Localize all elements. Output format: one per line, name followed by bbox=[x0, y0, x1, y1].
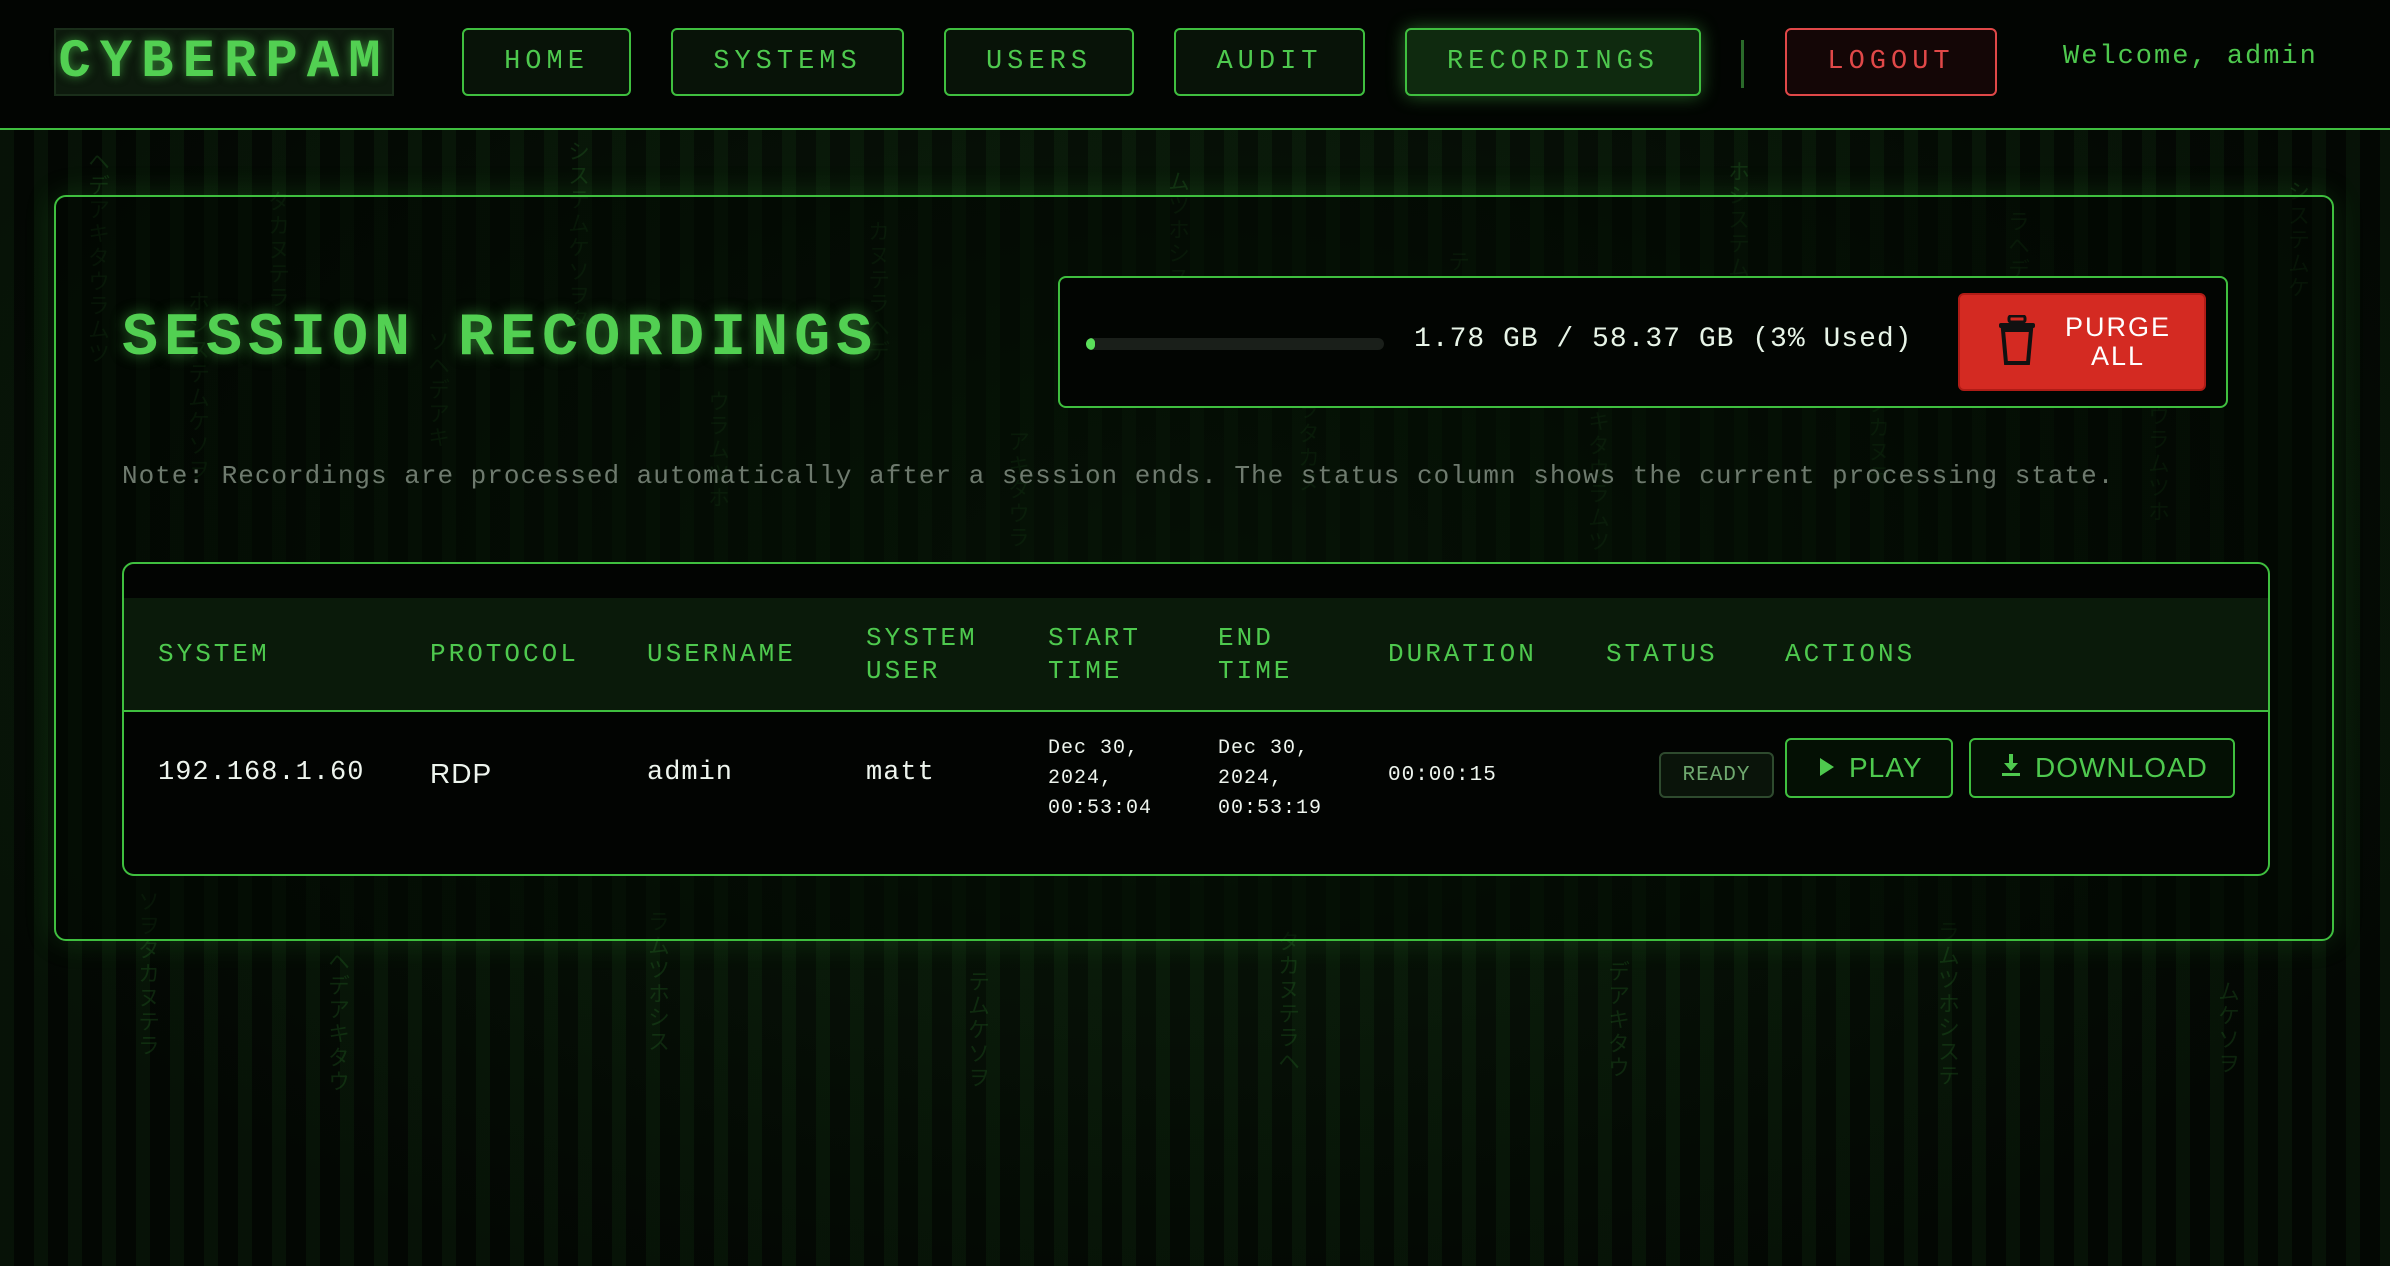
header-username: USERNAME bbox=[647, 639, 796, 669]
header-system-user: SYSTEM USER bbox=[866, 622, 978, 688]
welcome-message: Welcome, admin bbox=[2063, 42, 2318, 72]
header-system-user-line2: USER bbox=[866, 656, 941, 686]
nav-systems[interactable]: SYSTEMS bbox=[671, 28, 904, 96]
storage-progress-bar bbox=[1086, 338, 1384, 350]
storage-usage-text: 1.78 GB / 58.37 GB (3% Used) bbox=[1414, 324, 1913, 355]
top-navigation-bar: CYBERPAM HOME SYSTEMS USERS AUDIT RECORD… bbox=[0, 0, 2390, 130]
download-label: DOWNLOAD bbox=[2035, 752, 2208, 783]
header-protocol: PROTOCOL bbox=[430, 639, 579, 669]
header-start-time: START TIME bbox=[1048, 622, 1141, 688]
recordings-table: SYSTEM PROTOCOL USERNAME SYSTEM USER STA… bbox=[122, 562, 2270, 876]
nav-home[interactable]: HOME bbox=[462, 28, 631, 96]
header-start-time-line2: TIME bbox=[1048, 656, 1123, 686]
header-end-time-line2: TIME bbox=[1218, 656, 1293, 686]
cell-protocol: RDP bbox=[430, 758, 493, 789]
trash-icon bbox=[1998, 314, 2036, 370]
page-title: SESSION RECORDINGS bbox=[122, 305, 879, 373]
play-button[interactable]: PLAY bbox=[1785, 738, 1953, 798]
processing-note: Note: Recordings are processed automatic… bbox=[122, 461, 2115, 491]
cell-end-time-line2: 2024, bbox=[1218, 767, 1284, 790]
cell-system-user: matt bbox=[866, 758, 935, 788]
cell-duration: 00:00:15 bbox=[1388, 764, 1497, 787]
cell-start-time-line1: Dec 30, bbox=[1048, 737, 1140, 760]
play-label: PLAY bbox=[1849, 752, 1923, 783]
header-actions: ACTIONS bbox=[1785, 639, 1916, 669]
table-header: SYSTEM PROTOCOL USERNAME SYSTEM USER STA… bbox=[124, 598, 2268, 712]
header-start-time-line1: START bbox=[1048, 623, 1142, 653]
header-system: SYSTEM bbox=[158, 639, 270, 669]
cell-start-time: Dec 30, 2024, 00:53:04 bbox=[1048, 734, 1152, 824]
recordings-panel: SESSION RECORDINGS 1.78 GB / 58.37 GB (3… bbox=[54, 195, 2334, 941]
storage-progress-fill bbox=[1086, 338, 1095, 350]
header-end-time: END TIME bbox=[1218, 622, 1292, 688]
app-logo[interactable]: CYBERPAM bbox=[54, 28, 394, 96]
logout-button[interactable]: LOGOUT bbox=[1785, 28, 1997, 96]
header-status: STATUS bbox=[1606, 639, 1718, 669]
purge-all-label: PURGE ALL bbox=[2064, 312, 2172, 371]
purge-all-button[interactable]: PURGE ALL bbox=[1958, 293, 2206, 391]
header-duration: DURATION bbox=[1388, 639, 1537, 669]
cell-end-time-line3: 00:53:19 bbox=[1218, 797, 1323, 820]
status-badge: READY bbox=[1659, 752, 1774, 798]
cell-start-time-line3: 00:53:04 bbox=[1048, 797, 1153, 820]
cell-end-time-line1: Dec 30, bbox=[1218, 737, 1310, 760]
cell-username: admin bbox=[647, 758, 734, 788]
download-icon bbox=[2001, 752, 2021, 784]
nav-audit[interactable]: AUDIT bbox=[1174, 28, 1365, 96]
cell-system: 192.168.1.60 bbox=[158, 758, 365, 788]
nav-divider bbox=[1741, 40, 1744, 88]
play-icon bbox=[1819, 752, 1835, 784]
nav-users[interactable]: USERS bbox=[944, 28, 1134, 96]
download-button[interactable]: DOWNLOAD bbox=[1969, 738, 2235, 798]
header-system-user-line1: SYSTEM bbox=[866, 623, 978, 653]
storage-usage-box: 1.78 GB / 58.37 GB (3% Used) PURGE ALL bbox=[1058, 276, 2228, 408]
cell-end-time: Dec 30, 2024, 00:53:19 bbox=[1218, 734, 1322, 824]
nav-recordings[interactable]: RECORDINGS bbox=[1405, 28, 1701, 96]
header-end-time-line1: END bbox=[1218, 623, 1274, 653]
cell-start-time-line2: 2024, bbox=[1048, 767, 1114, 790]
